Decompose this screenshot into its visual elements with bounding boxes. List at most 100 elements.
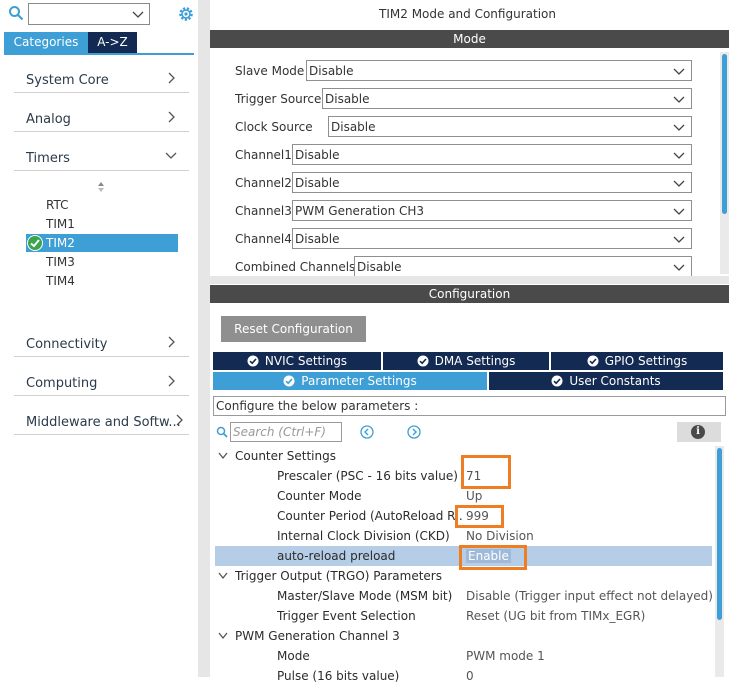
search-icon [216, 426, 228, 438]
sort-icon[interactable] [96, 182, 106, 192]
select-value: PWM Generation CH3 [295, 204, 425, 218]
chevron-down-icon [673, 68, 685, 75]
param-row-pulse[interactable]: Pulse (16 bits value) 0 [215, 666, 712, 686]
section-splitter[interactable] [210, 276, 729, 284]
parameter-search-input[interactable]: Search (Ctrl+F) [230, 422, 342, 442]
highlight-box-preload [459, 545, 527, 570]
mode-scrollbar-thumb[interactable] [722, 54, 727, 214]
clock-source-select[interactable]: Disable [328, 116, 692, 137]
category-label: Timers [26, 151, 70, 166]
tab-user-constants[interactable]: User Constants [489, 372, 723, 390]
tab-label: Parameter Settings [301, 374, 417, 388]
slave-mode-select[interactable]: Disable [306, 60, 692, 81]
combined-channels-select[interactable]: Disable [354, 256, 692, 277]
select-value: Disable [295, 148, 340, 162]
category-label: Computing [26, 376, 98, 391]
mode-label: Channel1 [235, 148, 292, 162]
timer-item-tim1[interactable]: TIM1 [46, 217, 75, 231]
section-title: Counter Settings [235, 449, 336, 463]
category-label: Connectivity [26, 337, 108, 352]
search-filter-select[interactable] [28, 3, 150, 25]
panel-splitter[interactable] [198, 0, 210, 677]
arrow-right-icon[interactable] [407, 425, 421, 439]
reset-configuration-button[interactable]: Reset Configuration [221, 316, 366, 342]
category-system-core[interactable]: System Core [14, 63, 189, 93]
channel3-select[interactable]: PWM Generation CH3 [292, 200, 692, 221]
category-connectivity[interactable]: Connectivity [14, 327, 189, 357]
mode-label: Channel4 [235, 232, 292, 246]
search-icon[interactable] [8, 5, 24, 21]
category-computing[interactable]: Computing [14, 366, 189, 396]
select-value: Disable [295, 232, 340, 246]
gear-icon[interactable] [177, 5, 195, 23]
section-title: PWM Generation Channel 3 [235, 629, 400, 643]
mode-label: Slave Mode [235, 64, 305, 78]
select-value: Disable [309, 64, 354, 78]
timer-item-tim4[interactable]: TIM4 [46, 274, 75, 288]
param-value[interactable]: 0 [466, 669, 474, 683]
check-circle-icon [27, 235, 43, 251]
chevron-down-icon [673, 124, 685, 131]
channel1-select[interactable]: Disable [292, 144, 692, 165]
param-value[interactable]: PWM mode 1 [466, 649, 545, 663]
param-row-pwm-mode[interactable]: Mode PWM mode 1 [215, 646, 712, 666]
timer-item-tim3[interactable]: TIM3 [46, 255, 75, 269]
configure-hint: Configure the below parameters : [213, 396, 726, 416]
chevron-right-icon [168, 72, 175, 84]
category-analog[interactable]: Analog [14, 102, 189, 132]
param-row-clock-division[interactable]: Internal Clock Division (CKD) No Divisio… [215, 526, 712, 546]
param-label: Pulse (16 bits value) [277, 669, 400, 683]
trigger-source-select[interactable]: Disable [322, 88, 692, 109]
param-row-master-slave-mode[interactable]: Master/Slave Mode (MSM bit) Disable (Tri… [215, 586, 713, 606]
tab-a-to-z[interactable]: A->Z [88, 32, 137, 53]
arrow-left-icon[interactable] [360, 425, 374, 439]
category-timers[interactable]: Timers [14, 141, 189, 171]
section-pwm-channel3[interactable]: PWM Generation Channel 3 [215, 626, 712, 646]
channel4-select[interactable]: Disable [292, 228, 692, 249]
param-value[interactable]: Reset (UG bit from TIMx_EGR) [466, 609, 645, 623]
param-label: Internal Clock Division (CKD) [277, 529, 450, 543]
chevron-down-icon [673, 264, 685, 271]
timer-item-rtc[interactable]: RTC [46, 198, 68, 212]
category-middleware[interactable]: Middleware and Softw... [14, 405, 189, 435]
mode-label: Clock Source [235, 120, 313, 134]
check-circle-icon [551, 375, 563, 387]
chevron-down-icon [673, 152, 685, 159]
param-label: auto-reload preload [277, 549, 396, 563]
param-label: Counter Period (AutoReload R... [277, 509, 462, 523]
param-value[interactable]: No Division [466, 529, 534, 543]
expand-caret-icon [218, 452, 228, 460]
timer-item-tim2-label: TIM2 [46, 236, 75, 250]
check-circle-icon [417, 355, 429, 367]
channel2-select[interactable]: Disable [292, 172, 692, 193]
param-value[interactable]: Up [466, 489, 482, 503]
configuration-panel: TIM2 Mode and Configuration Mode Slave M… [210, 0, 735, 683]
chevron-right-icon [168, 111, 175, 123]
select-value: Disable [325, 92, 370, 106]
categories-panel: Categories A->Z System Core Analog Timer… [0, 0, 198, 677]
tab-nvic-settings[interactable]: NVIC Settings [213, 352, 381, 370]
highlight-box-period [455, 505, 504, 528]
mode-label: Channel2 [235, 176, 292, 190]
info-button[interactable]: i [677, 422, 721, 442]
chevron-down-icon [673, 208, 685, 215]
tab-parameter-settings[interactable]: Parameter Settings [213, 372, 487, 390]
section-title: Trigger Output (TRGO) Parameters [235, 569, 442, 583]
tab-label: NVIC Settings [264, 354, 348, 368]
chevron-right-icon [176, 414, 183, 426]
param-value[interactable]: Disable (Trigger input effect not delaye… [466, 589, 713, 603]
category-label: System Core [26, 73, 109, 88]
chevron-down-icon [673, 96, 685, 103]
configuration-header: Configuration [210, 285, 729, 303]
param-row-counter-mode[interactable]: Counter Mode Up [215, 486, 712, 506]
parameters-scrollbar-thumb[interactable] [717, 448, 722, 620]
param-label: Master/Slave Mode (MSM bit) [277, 589, 453, 603]
tab-label: DMA Settings [434, 354, 516, 368]
mode-label: Trigger Source [235, 92, 322, 106]
tab-gpio-settings[interactable]: GPIO Settings [551, 352, 723, 370]
param-label: Mode [277, 649, 310, 663]
tab-dma-settings[interactable]: DMA Settings [383, 352, 549, 370]
tab-categories[interactable]: Categories [4, 32, 88, 53]
param-row-trigger-event[interactable]: Trigger Event Selection Reset (UG bit fr… [215, 606, 712, 626]
tab-label: User Constants [569, 374, 661, 388]
